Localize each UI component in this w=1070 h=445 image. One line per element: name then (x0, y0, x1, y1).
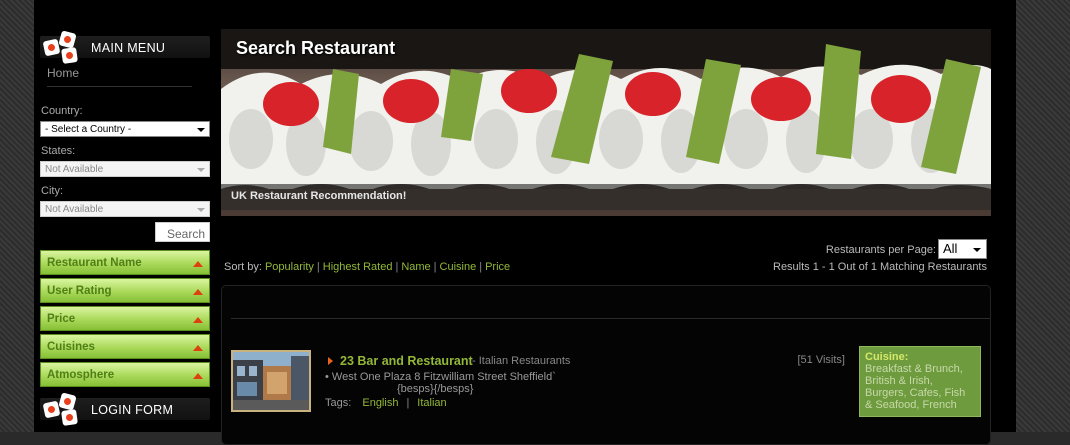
filter-cuisines[interactable]: Cuisines (40, 334, 210, 359)
chevron-down-icon (197, 168, 205, 172)
city-select-value: Not Available (45, 204, 104, 215)
sort-popularity-link[interactable]: Popularity (265, 261, 314, 273)
restaurant-address: • West One Plaza 8 Fitzwilliam Street Sh… (325, 371, 556, 383)
filter-label: Restaurant Name (47, 257, 142, 269)
besps-placeholder: {besps}{/besps} (397, 383, 474, 395)
results-count: Results 1 - 1 Out of 1 Matching Restaura… (773, 261, 987, 273)
sort-bar: Sort by: Popularity | Highest Rated | Name | C… (224, 261, 511, 273)
sort-label: Sort by: (224, 261, 262, 273)
arrow-right-icon (328, 357, 333, 365)
chevron-down-icon (197, 208, 205, 212)
dice-logo-icon (40, 392, 84, 428)
city-label: City: (41, 185, 63, 197)
dice-logo-icon (40, 30, 84, 66)
cuisine-heading: Cuisine: (865, 351, 909, 363)
cuisine-list: Breakfast & Brunch, British & Irish, Bur… (865, 363, 966, 411)
states-select[interactable]: Not Available (40, 161, 210, 177)
cuisine-box: Cuisine: Breakfast & Brunch, British & I… (859, 346, 981, 417)
states-select-value: Not Available (45, 164, 104, 175)
banner-caption-bar: UK Restaurant Recommendation! (221, 184, 991, 210)
states-label: States: (41, 145, 76, 157)
triangle-up-icon (193, 373, 203, 379)
triangle-up-icon (193, 317, 203, 323)
login-form-title: LOGIN FORM (91, 403, 174, 417)
restaurant-tags: Tags: English | Italian (325, 397, 447, 409)
filter-label: Price (47, 313, 76, 325)
restaurant-photo-image (233, 352, 309, 410)
country-select-value: - Select a Country - (45, 124, 132, 135)
page-background-left (0, 0, 34, 432)
sort-cuisine-link[interactable]: Cuisine (440, 261, 477, 273)
page-title: Search Restaurant (236, 38, 396, 58)
triangle-up-icon (193, 289, 203, 295)
restaurant-type: - Italian Restaurants (472, 355, 571, 367)
banner-caption: UK Restaurant Recommendation! (231, 190, 407, 202)
restaurant-name-link[interactable]: 23 Bar and Restaurant (340, 354, 473, 368)
country-select[interactable]: - Select a Country - (40, 121, 210, 137)
visit-count: [51 Visits] (797, 354, 846, 366)
page-background-right (1016, 0, 1070, 432)
filter-atmosphere[interactable]: Atmosphere (40, 362, 210, 387)
sort-name-link[interactable]: Name (401, 261, 430, 273)
per-page-label: Restaurants per Page: (825, 244, 936, 256)
home-link[interactable]: Home (47, 66, 192, 87)
triangle-up-icon (193, 261, 203, 267)
filter-label: User Rating (47, 285, 112, 297)
chevron-down-icon (197, 128, 205, 132)
filter-label: Cuisines (47, 341, 95, 353)
header-banner: Search Restaurant UK Restaurant Recommen… (221, 29, 991, 216)
search-button[interactable]: Search (155, 222, 210, 242)
country-label: Country: (41, 105, 83, 117)
sort-price-link[interactable]: Price (485, 261, 510, 273)
page-container: MAIN MENU Home Country: - Select a Count… (34, 0, 1016, 445)
tag-english-link[interactable]: English (362, 397, 398, 409)
login-form-header: LOGIN FORM (40, 392, 212, 428)
tag-italian-link[interactable]: Italian (417, 397, 446, 409)
filter-label: Atmosphere (47, 369, 115, 381)
per-page-value: All (943, 241, 958, 256)
filter-restaurant-name[interactable]: Restaurant Name (40, 250, 210, 275)
sort-highest-rated-link[interactable]: Highest Rated (323, 261, 393, 273)
main-menu-header: MAIN MENU (40, 30, 212, 66)
tags-label: Tags: (325, 397, 352, 409)
main-menu-title: MAIN MENU (91, 41, 166, 55)
filter-price[interactable]: Price (40, 306, 210, 331)
chevron-down-icon (973, 248, 981, 252)
city-select[interactable]: Not Available (40, 201, 210, 217)
sidebar: MAIN MENU Home Country: - Select a Count… (40, 30, 212, 426)
per-page-select[interactable]: All (938, 239, 987, 259)
triangle-up-icon (193, 345, 203, 351)
restaurant-thumbnail[interactable] (231, 350, 311, 412)
divider (231, 318, 990, 319)
restaurant-listing: 23 Bar and Restaurant - Italian Restaura… (221, 285, 991, 445)
filter-user-rating[interactable]: User Rating (40, 278, 210, 303)
